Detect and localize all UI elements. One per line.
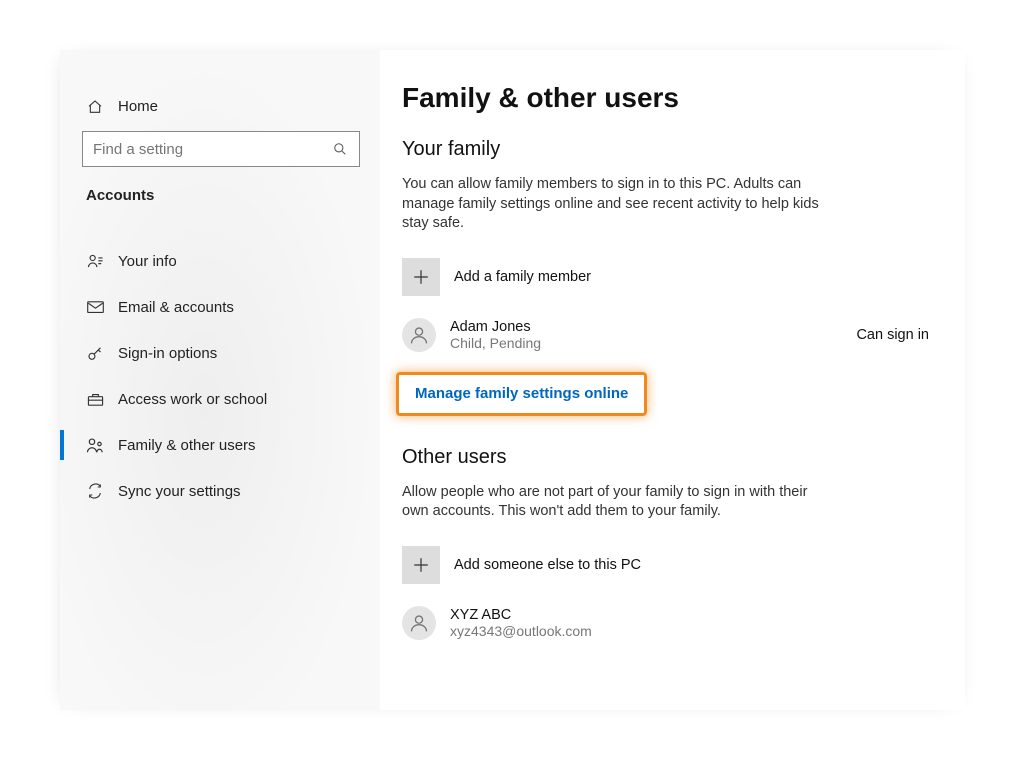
sidebar: Home Accounts Your info Email & accounts	[60, 50, 380, 710]
plus-icon	[402, 546, 440, 584]
family-member-name: Adam Jones	[450, 319, 856, 335]
home-icon	[86, 99, 104, 115]
home-label: Home	[118, 98, 158, 115]
sidebar-item-work-school[interactable]: Access work or school	[60, 376, 380, 422]
user-info-icon	[86, 253, 104, 270]
other-user-info: XYZ ABC xyz4343@outlook.com	[450, 607, 935, 639]
avatar-icon	[402, 318, 436, 352]
key-icon	[86, 345, 104, 362]
search-input[interactable]	[93, 141, 333, 158]
family-member-subtitle: Child, Pending	[450, 335, 856, 351]
plus-icon	[402, 258, 440, 296]
avatar-icon	[402, 606, 436, 640]
settings-window: Home Accounts Your info Email & accounts	[60, 50, 965, 710]
main-content: Family & other users Your family You can…	[380, 50, 965, 710]
other-user-row[interactable]: XYZ ABC xyz4343@outlook.com	[402, 606, 935, 640]
family-member-info: Adam Jones Child, Pending	[450, 319, 856, 351]
other-user-name: XYZ ABC	[450, 607, 935, 623]
sidebar-item-sync[interactable]: Sync your settings	[60, 468, 380, 514]
page-title: Family & other users	[402, 82, 935, 114]
manage-family-highlight: Manage family settings online	[396, 372, 647, 416]
sync-icon	[86, 483, 104, 499]
home-button[interactable]: Home	[60, 90, 380, 125]
sidebar-item-signin[interactable]: Sign-in options	[60, 330, 380, 376]
search-box[interactable]	[82, 131, 360, 167]
add-family-label: Add a family member	[454, 269, 591, 285]
family-icon	[86, 437, 104, 454]
sidebar-item-label: Family & other users	[118, 437, 256, 454]
family-member-status: Can sign in	[856, 327, 935, 343]
sidebar-item-email[interactable]: Email & accounts	[60, 284, 380, 330]
others-heading: Other users	[402, 446, 935, 469]
search-icon	[333, 142, 349, 156]
family-member-row[interactable]: Adam Jones Child, Pending Can sign in	[402, 318, 935, 352]
sidebar-item-family[interactable]: Family & other users	[60, 422, 380, 468]
sidebar-item-your-info[interactable]: Your info	[60, 238, 380, 284]
add-family-member-button[interactable]: Add a family member	[402, 256, 935, 298]
sidebar-item-label: Sign-in options	[118, 345, 217, 362]
manage-family-link[interactable]: Manage family settings online	[415, 385, 628, 402]
sidebar-item-label: Access work or school	[118, 391, 267, 408]
briefcase-icon	[86, 392, 104, 407]
sidebar-item-label: Your info	[118, 253, 177, 270]
mail-icon	[86, 301, 104, 314]
add-other-user-button[interactable]: Add someone else to this PC	[402, 544, 935, 586]
sidebar-item-label: Email & accounts	[118, 299, 234, 316]
family-heading: Your family	[402, 138, 935, 161]
sidebar-nav: Your info Email & accounts Sign-in optio…	[60, 218, 380, 514]
sidebar-item-label: Sync your settings	[118, 483, 241, 500]
other-user-subtitle: xyz4343@outlook.com	[450, 623, 935, 639]
sidebar-category: Accounts	[60, 183, 380, 218]
family-description: You can allow family members to sign in …	[402, 175, 822, 234]
others-description: Allow people who are not part of your fa…	[402, 483, 822, 522]
add-other-label: Add someone else to this PC	[454, 557, 641, 573]
